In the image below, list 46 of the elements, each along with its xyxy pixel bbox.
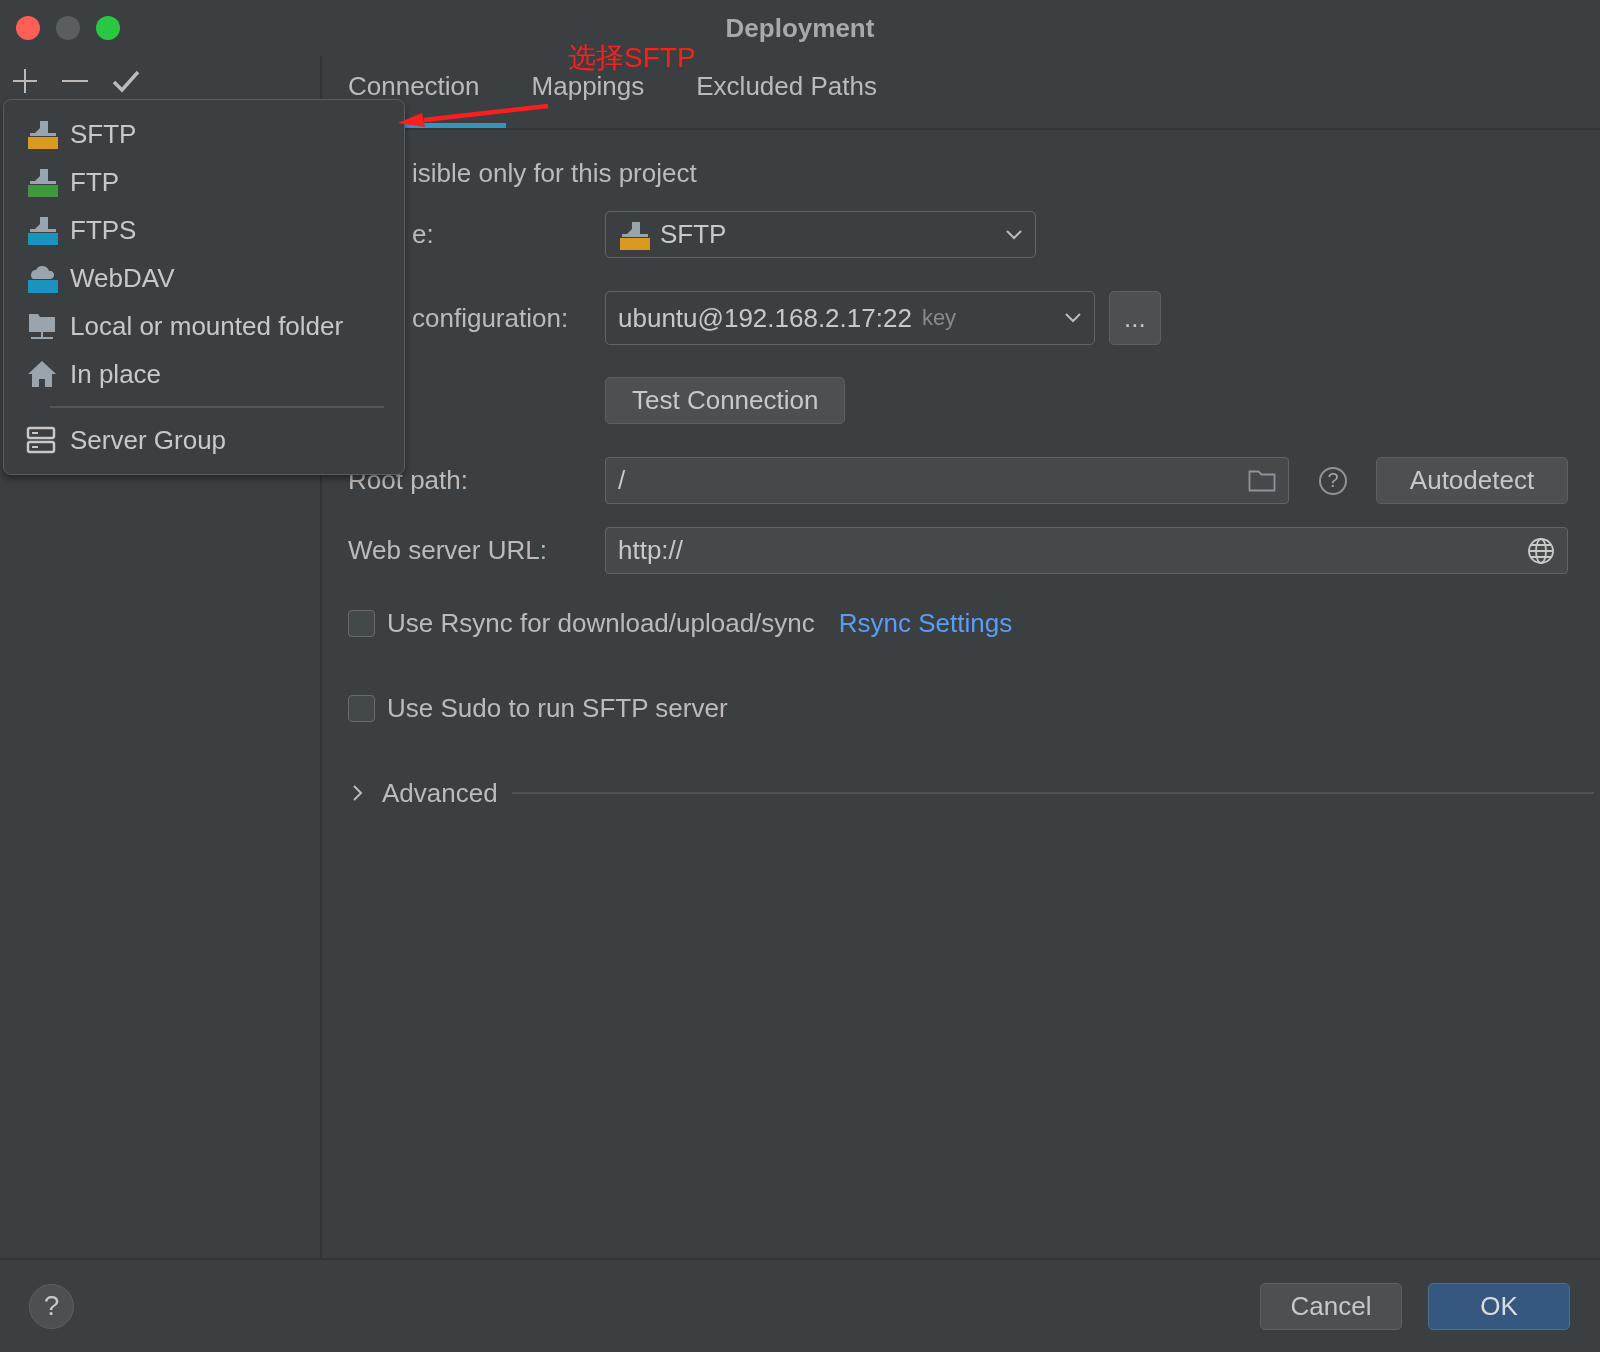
folder-icon[interactable] <box>1248 469 1276 492</box>
dialog-button[interactable]: Cancel <box>1260 1282 1402 1330</box>
home-icon <box>26 358 58 390</box>
chevron-down-icon <box>1064 312 1082 324</box>
test-connection-button[interactable]: Test Connection <box>605 377 846 424</box>
field-label: e: <box>411 219 435 250</box>
checkbox-label: isible only for this project <box>411 157 697 190</box>
section-title[interactable]: Advanced <box>382 777 498 809</box>
globe-icon[interactable] <box>1527 536 1555 565</box>
checkbox[interactable] <box>348 609 375 637</box>
menu-item[interactable]: Local or mounted folder <box>4 302 404 350</box>
autodetect-button[interactable]: Autodetect <box>1376 457 1568 504</box>
settings-link[interactable]: Rsync Settings <box>838 607 1013 639</box>
browse-button[interactable]: ... <box>1109 291 1161 345</box>
ssh-config-dropdown[interactable]: ubuntu@192.168.2.17:22 key <box>605 291 1095 345</box>
annotation-text: 选择SFTP <box>568 42 696 74</box>
close-button[interactable] <box>16 16 40 40</box>
tab[interactable]: Mappings <box>505 74 671 128</box>
field-label: Web server URL: <box>348 535 548 566</box>
help-button[interactable]: ? <box>29 1283 74 1329</box>
checkbox-label: Use Sudo to run SFTP server <box>387 692 728 724</box>
chevron-right-icon[interactable] <box>352 784 364 802</box>
tab[interactable]: Excluded Paths <box>670 74 903 128</box>
checkbox-label: Use Rsync for download/upload/sync <box>387 607 815 639</box>
dialog-button[interactable]: OK <box>1428 1282 1570 1330</box>
menu-item[interactable]: FTPS <box>4 206 404 254</box>
root-path-field[interactable]: / <box>605 457 1289 504</box>
type-dropdown[interactable]: SFTP <box>605 211 1036 258</box>
help-icon[interactable]: ? <box>1319 466 1347 495</box>
server-icon <box>26 214 58 246</box>
server-group-icon <box>26 426 56 454</box>
menu-item[interactable]: Server Group <box>4 416 404 464</box>
url-field[interactable]: http:// <box>605 527 1568 574</box>
server-icon <box>26 118 58 150</box>
server-icon <box>26 166 58 198</box>
menu-item[interactable]: In place <box>4 350 404 398</box>
window-title: Deployment <box>724 12 876 44</box>
menu-item[interactable]: FTP <box>4 158 404 206</box>
chevron-down-icon <box>1005 228 1023 241</box>
add-icon[interactable] <box>12 68 38 94</box>
menu-item[interactable]: WebDAV <box>4 254 404 302</box>
checkbox[interactable] <box>348 694 375 722</box>
remove-icon[interactable] <box>62 79 88 83</box>
zoom-button[interactable] <box>96 16 120 40</box>
field-label: configuration: <box>411 302 570 334</box>
checkmark-icon[interactable] <box>112 69 140 93</box>
